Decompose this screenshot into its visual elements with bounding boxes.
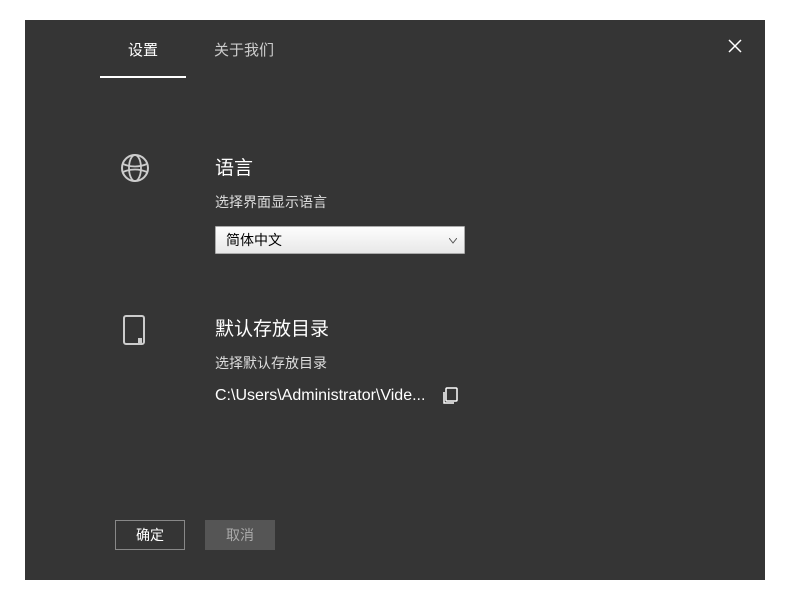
directory-title: 默认存放目录	[215, 314, 765, 341]
ok-button[interactable]: 确定	[115, 520, 185, 550]
copy-icon	[441, 387, 459, 405]
cancel-button-label: 取消	[226, 525, 254, 545]
directory-subtitle: 选择默认存放目录	[215, 353, 765, 373]
language-subtitle: 选择界面显示语言	[215, 192, 765, 212]
folder-icon	[115, 314, 155, 354]
language-title: 语言	[215, 153, 765, 180]
directory-section: 默认存放目录 选择默认存放目录 C:\Users\Administrator\V…	[115, 314, 765, 405]
tab-about[interactable]: 关于我们	[186, 20, 302, 78]
globe-icon	[115, 153, 155, 193]
tab-settings-label: 设置	[128, 39, 158, 60]
language-select-wrap: 简体中文	[215, 226, 465, 254]
tab-settings[interactable]: 设置	[100, 20, 186, 78]
tab-about-label: 关于我们	[214, 39, 274, 60]
language-select-value: 简体中文	[226, 230, 282, 250]
cancel-button[interactable]: 取消	[205, 520, 275, 550]
language-section: 语言 选择界面显示语言 简体中文	[115, 153, 765, 254]
tab-bar: 设置 关于我们	[25, 20, 765, 78]
language-select[interactable]: 简体中文	[215, 226, 465, 254]
directory-path: C:\Users\Administrator\Vide...	[215, 387, 425, 405]
close-icon	[727, 38, 743, 54]
dialog-footer: 确定 取消	[115, 520, 275, 550]
settings-dialog: 设置 关于我们 语言 选择界面显示语言	[25, 20, 765, 580]
directory-body: 默认存放目录 选择默认存放目录 C:\Users\Administrator\V…	[215, 314, 765, 405]
language-body: 语言 选择界面显示语言 简体中文	[215, 153, 765, 254]
ok-button-label: 确定	[136, 525, 164, 545]
directory-path-row: C:\Users\Administrator\Vide...	[215, 387, 765, 405]
browse-button[interactable]	[441, 387, 459, 405]
dialog-content: 语言 选择界面显示语言 简体中文 默	[25, 78, 765, 405]
close-button[interactable]	[725, 36, 745, 56]
